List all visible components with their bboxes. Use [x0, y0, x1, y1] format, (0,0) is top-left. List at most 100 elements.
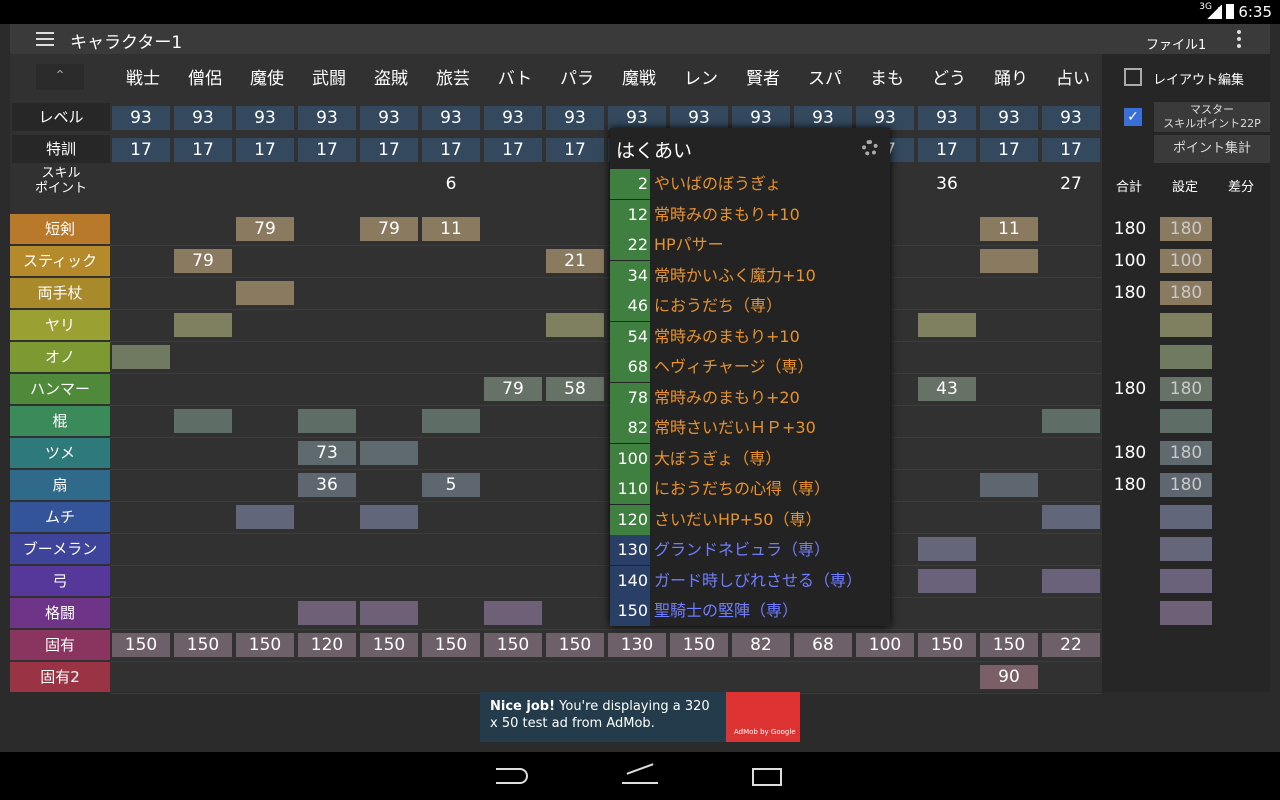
ad-banner[interactable]: Nice job! You're displaying a 320 x 50 t…	[480, 692, 800, 742]
popup-skill-item[interactable]: 12 常時みのまもり+10	[610, 199, 890, 230]
skill-row-label[interactable]: 両手杖	[10, 278, 110, 308]
skill-cell[interactable]: 100	[856, 633, 914, 657]
skill-setting[interactable]	[1160, 313, 1212, 337]
skill-cell[interactable]	[918, 313, 976, 337]
skill-cell[interactable]	[484, 601, 542, 625]
skill-setting[interactable]: 180	[1160, 377, 1212, 401]
skill-cell[interactable]	[980, 473, 1038, 497]
skill-cell[interactable]: 90	[980, 665, 1038, 689]
job-header-8[interactable]: 魔戦	[608, 64, 670, 89]
skill-cell[interactable]: 11	[422, 217, 480, 241]
skill-cell[interactable]	[918, 569, 976, 593]
skill-cell[interactable]: 79	[174, 249, 232, 273]
popup-skill-item[interactable]: 130 グランドネビュラ（専）	[610, 535, 890, 565]
skill-cell[interactable]	[546, 313, 604, 337]
skill-row-label[interactable]: ハンマー	[10, 374, 110, 404]
skill-cell[interactable]	[298, 409, 356, 433]
level-cell-8[interactable]: 93	[608, 106, 666, 130]
popup-skill-item[interactable]: 34 常時かいふく魔力+10	[610, 260, 890, 291]
skill-cell[interactable]: 130	[608, 633, 666, 657]
skill-row-label[interactable]: ブーメラン	[10, 534, 110, 564]
skill-cell[interactable]	[360, 505, 418, 529]
skill-cell[interactable]: 82	[732, 633, 790, 657]
master-checkbox[interactable]: ✓	[1124, 108, 1142, 126]
skill-setting[interactable]	[1160, 409, 1212, 433]
skill-cell[interactable]: 150	[546, 633, 604, 657]
skill-cell[interactable]: 150	[236, 633, 294, 657]
level-cell-9[interactable]: 93	[670, 106, 728, 130]
training-cell-14[interactable]: 17	[980, 138, 1038, 162]
training-cell-4[interactable]: 17	[360, 138, 418, 162]
skill-cell[interactable]: 150	[174, 633, 232, 657]
skill-setting[interactable]: 180	[1160, 441, 1212, 465]
skill-cell[interactable]: 11	[980, 217, 1038, 241]
skill-cell[interactable]	[174, 409, 232, 433]
job-header-14[interactable]: 踊り	[980, 64, 1042, 89]
overflow-menu-icon[interactable]	[1237, 30, 1241, 48]
skill-row-label[interactable]: ヤリ	[10, 310, 110, 340]
back-icon[interactable]	[496, 768, 528, 784]
skill-cell[interactable]	[112, 345, 170, 369]
skill-cell[interactable]: 79	[236, 217, 294, 241]
skill-cell[interactable]	[1042, 569, 1100, 593]
point-total-button[interactable]: ポイント集計	[1154, 135, 1270, 163]
skill-cell[interactable]	[298, 601, 356, 625]
skill-cell[interactable]: 120	[298, 633, 356, 657]
skill-cell[interactable]	[1042, 505, 1100, 529]
skill-setting[interactable]	[1160, 569, 1212, 593]
hamburger-menu-icon[interactable]	[36, 32, 54, 46]
popup-skill-item[interactable]: 46 におうだち（専）	[610, 291, 890, 321]
popup-skill-item[interactable]: 82 常時さいだいＨＰ+30	[610, 413, 890, 443]
skill-row-label[interactable]: オノ	[10, 342, 110, 372]
skill-cell[interactable]: 150	[422, 633, 480, 657]
file-selector[interactable]: ファイル1	[1146, 34, 1206, 53]
level-cell-11[interactable]: 93	[794, 106, 852, 130]
skill-cell[interactable]	[422, 409, 480, 433]
popup-skill-item[interactable]: 140 ガード時しびれさせる（専）	[610, 565, 890, 596]
level-cell-3[interactable]: 93	[298, 106, 356, 130]
skill-cell[interactable]: 43	[918, 377, 976, 401]
training-cell-1[interactable]: 17	[174, 138, 232, 162]
level-cell-1[interactable]: 93	[174, 106, 232, 130]
training-cell-13[interactable]: 17	[918, 138, 976, 162]
job-header-7[interactable]: パラ	[546, 64, 608, 89]
skill-cell[interactable]: 150	[670, 633, 728, 657]
skill-row-label[interactable]: 棍	[10, 406, 110, 436]
skill-cell[interactable]	[980, 249, 1038, 273]
level-cell-13[interactable]: 93	[918, 106, 976, 130]
skill-cell[interactable]	[918, 537, 976, 561]
level-cell-7[interactable]: 93	[546, 106, 604, 130]
skill-row-label[interactable]: 格闘	[10, 598, 110, 628]
job-header-9[interactable]: レン	[670, 64, 732, 89]
popup-skill-item[interactable]: 120 さいだいHP+50（専）	[610, 504, 890, 535]
gear-icon[interactable]	[862, 140, 878, 156]
skill-cell[interactable]: 73	[298, 441, 356, 465]
skill-cell[interactable]	[360, 441, 418, 465]
skill-cell[interactable]: 21	[546, 249, 604, 273]
training-cell-3[interactable]: 17	[298, 138, 356, 162]
job-header-2[interactable]: 魔使	[236, 64, 298, 89]
skill-row-label[interactable]: 扇	[10, 470, 110, 500]
skill-row-label[interactable]: ツメ	[10, 438, 110, 468]
skill-setting[interactable]	[1160, 505, 1212, 529]
layout-edit-checkbox[interactable]	[1124, 68, 1142, 86]
job-header-15[interactable]: 占い	[1042, 64, 1104, 89]
training-cell-2[interactable]: 17	[236, 138, 294, 162]
skill-cell[interactable]: 150	[980, 633, 1038, 657]
master-skill-points-button[interactable]: マスター スキルポイント22P	[1154, 102, 1270, 132]
skill-cell[interactable]: 79	[484, 377, 542, 401]
job-header-0[interactable]: 戦士	[112, 64, 174, 89]
skill-cell[interactable]: 5	[422, 473, 480, 497]
job-header-12[interactable]: まも	[856, 64, 918, 89]
popup-skill-item[interactable]: 22 HPパサー	[610, 230, 890, 260]
level-cell-6[interactable]: 93	[484, 106, 542, 130]
skill-cell[interactable]: 150	[484, 633, 542, 657]
skill-cell[interactable]: 79	[360, 217, 418, 241]
skill-cell[interactable]	[236, 505, 294, 529]
skill-row-label[interactable]: 短剣	[10, 214, 110, 244]
job-header-4[interactable]: 盗賊	[360, 64, 422, 89]
skill-cell[interactable]: 36	[298, 473, 356, 497]
job-header-10[interactable]: 賢者	[732, 64, 794, 89]
skill-cell[interactable]: 22	[1042, 633, 1100, 657]
collapse-button[interactable]: ⌃	[36, 64, 84, 90]
